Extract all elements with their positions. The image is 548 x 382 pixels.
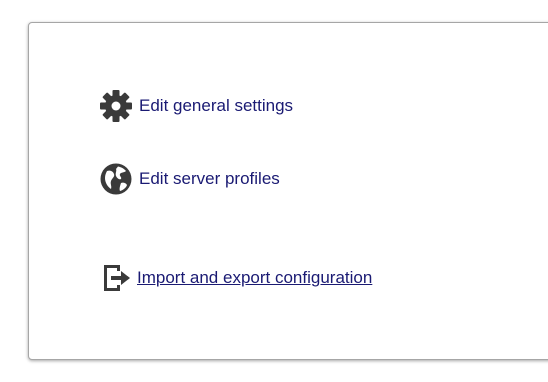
settings-menu-panel: Edit general settings Edit server profil… (28, 22, 548, 360)
edit-general-settings-link[interactable]: Edit general settings (99, 89, 293, 123)
gear-icon (99, 89, 133, 123)
edit-server-profiles-link[interactable]: Edit server profiles (99, 162, 280, 196)
exit-arrow-icon (99, 261, 133, 295)
globe-icon (99, 162, 133, 196)
edit-server-profiles-label: Edit server profiles (139, 169, 280, 188)
edit-general-settings-label: Edit general settings (139, 96, 294, 115)
import-export-configuration-label: Import and export configuration (137, 268, 373, 287)
import-export-configuration-link[interactable]: Import and export configuration (99, 261, 372, 295)
